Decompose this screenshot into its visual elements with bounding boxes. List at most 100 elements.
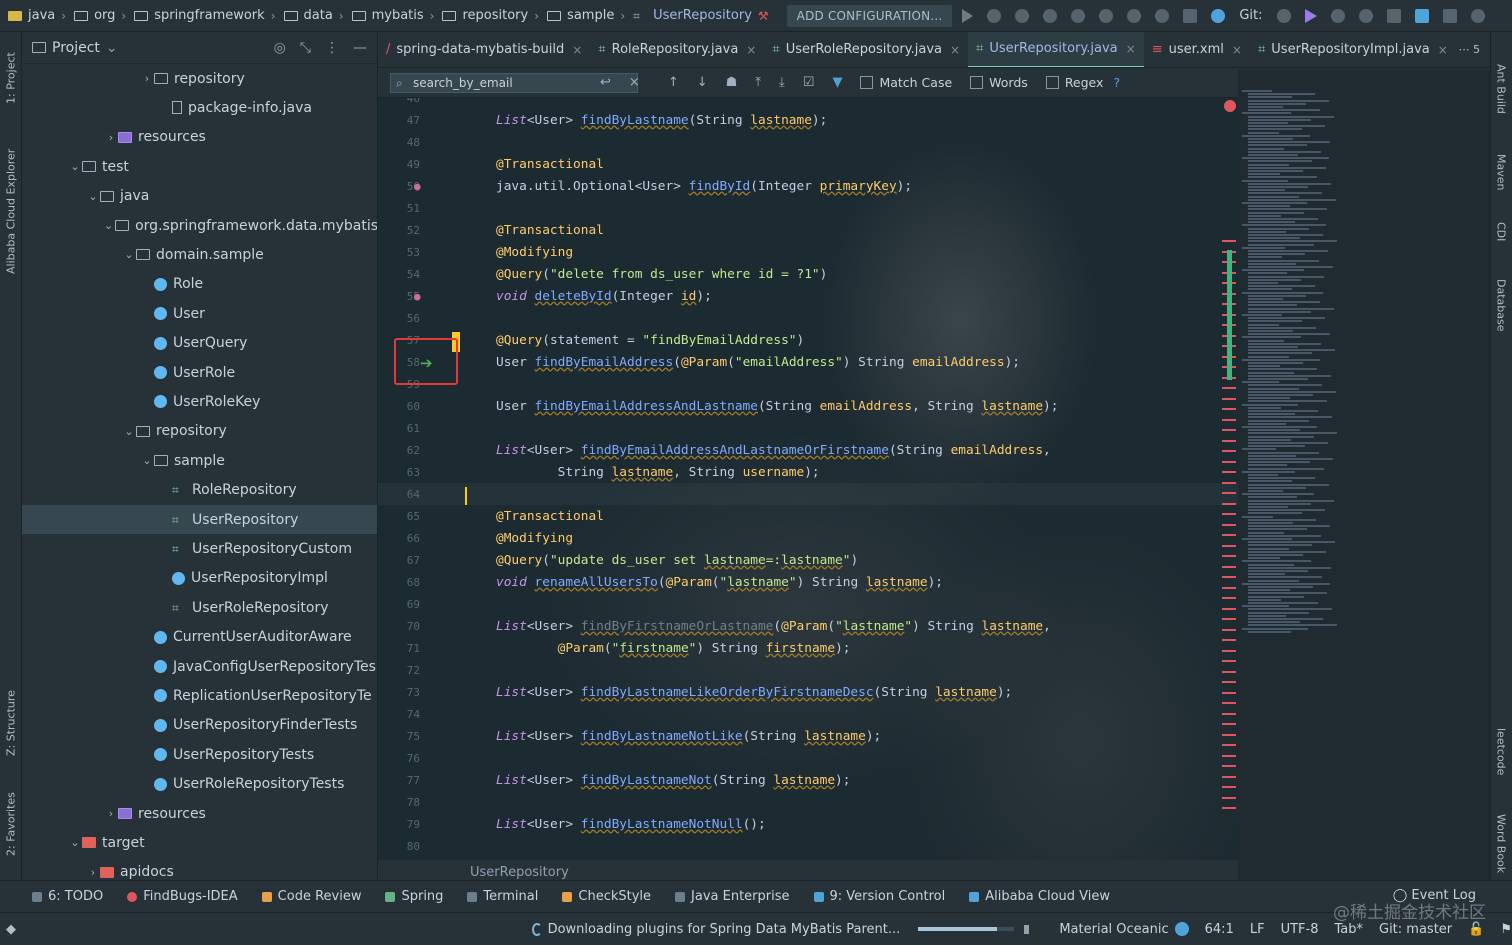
collapse-icon[interactable]: ⤡ — [300, 40, 311, 56]
enter-icon[interactable]: ↩ — [600, 75, 611, 90]
error-mark[interactable] — [1222, 765, 1236, 767]
code-line[interactable]: 72 — [378, 659, 1238, 681]
build-icon[interactable] — [1071, 8, 1086, 23]
error-mark[interactable] — [1222, 240, 1236, 242]
tool-window-button[interactable]: CheckStyle — [562, 889, 651, 904]
git-branch[interactable]: Git: master — [1379, 922, 1452, 937]
tree-item[interactable]: ReplicationUserRepositoryTe — [22, 681, 377, 710]
editor-tab[interactable]: ⌗ UserRepository.java × — [968, 32, 1144, 67]
code-line[interactable]: 67 @Query("update ds_user set lastname=:l… — [378, 549, 1238, 571]
line-separator[interactable]: LF — [1250, 922, 1265, 937]
expand-arrow-icon[interactable]: ⌄ — [68, 160, 82, 173]
tool-window-button[interactable]: FindBugs-IDEA — [127, 889, 238, 904]
code-line[interactable]: 65 @Transactional — [378, 505, 1238, 527]
error-mark[interactable] — [1222, 492, 1236, 494]
error-mark[interactable] — [1222, 418, 1236, 421]
code-line[interactable]: 76 — [378, 747, 1238, 769]
project-structure-icon[interactable] — [1386, 8, 1401, 23]
scroll-thumb[interactable] — [1227, 250, 1232, 380]
tree-item[interactable]: package-info.java — [22, 93, 377, 122]
run-icon[interactable] — [962, 8, 974, 23]
close-tab-icon[interactable]: × — [1232, 43, 1242, 57]
error-mark[interactable] — [1222, 607, 1236, 610]
words-option[interactable]: Words — [970, 75, 1028, 90]
tree-item[interactable]: ⌄ domain.sample — [22, 240, 377, 269]
code-line[interactable]: 71 @Param("firstname") String firstname)… — [378, 637, 1238, 659]
close-tab-icon[interactable]: × — [950, 43, 960, 57]
code-line[interactable]: 60 User findByEmailAddressAndLastname(Str… — [378, 395, 1238, 417]
error-mark[interactable] — [1222, 649, 1236, 652]
profile-icon[interactable] — [1043, 8, 1058, 23]
leetcode-tab[interactable]: leetcode — [1490, 712, 1512, 792]
tree-item[interactable]: › apidocs — [22, 858, 377, 880]
add-configuration-button[interactable]: ADD CONFIGURATION... — [786, 4, 953, 27]
error-mark[interactable] — [1222, 744, 1236, 746]
build-hammer-icon[interactable]: ⚒ — [758, 9, 769, 23]
tree-item[interactable]: ⌗ UserRepositoryCustom — [22, 534, 377, 563]
tabs-overflow-button[interactable]: ⋯ 5 — [1459, 43, 1481, 56]
close-tab-icon[interactable]: × — [1438, 43, 1448, 57]
project-title[interactable]: Project — [52, 40, 100, 56]
tree-item[interactable]: UserQuery — [22, 329, 377, 358]
error-mark[interactable] — [1222, 460, 1236, 463]
error-mark[interactable] — [1222, 775, 1236, 778]
ant-build-tab[interactable]: Ant Build — [1490, 54, 1512, 124]
breadcrumb-item[interactable]: data › — [280, 8, 348, 23]
favorites-tool-tab[interactable]: 2: Favorites — [0, 784, 22, 864]
error-mark[interactable] — [1222, 786, 1236, 788]
expand-arrow-icon[interactable]: › — [140, 72, 154, 85]
tree-item[interactable]: › resources — [22, 799, 377, 828]
expand-arrow-icon[interactable]: ⌄ — [140, 454, 154, 467]
tree-item[interactable]: ⌗ RoleRepository — [22, 476, 377, 505]
tree-item[interactable]: CurrentUserAuditorAware — [22, 623, 377, 652]
tree-item[interactable]: ⌄ repository — [22, 417, 377, 446]
editor-tab[interactable]: ⌗ RoleRepository.java × — [590, 32, 764, 67]
tree-item[interactable]: UserRepositoryImpl — [22, 564, 377, 593]
breadcrumb-item[interactable]: ⌗ UserRepository ⚒ — [629, 8, 773, 23]
tree-item[interactable]: UserRepositoryTests — [22, 740, 377, 769]
tree-item[interactable]: ⌗ UserRepository — [22, 505, 377, 534]
select-all-occurrences-icon[interactable]: ☗ — [726, 75, 738, 90]
gutter-marker-icon[interactable]: ● — [414, 180, 421, 193]
tree-item[interactable]: › resources — [22, 123, 377, 152]
tree-item[interactable]: › repository — [22, 64, 377, 93]
add-occurrence-icon[interactable]: ⤒ — [755, 75, 761, 90]
editor-tab[interactable]: ⌗ UserRoleRepository.java × — [764, 32, 968, 67]
code-line[interactable]: 46 — [378, 98, 1238, 109]
git-push-icon[interactable] — [1304, 8, 1317, 23]
tool-window-button[interactable]: 6: TODO — [32, 889, 103, 904]
error-mark[interactable] — [1222, 471, 1236, 473]
tree-item[interactable]: ⌄ target — [22, 828, 377, 857]
tree-item[interactable]: ⌄ org.springframework.data.mybatis — [22, 211, 377, 240]
code-line[interactable]: 64 — [378, 483, 1238, 505]
code-line[interactable]: 77 List<User> findByLastnameNot(String la… — [378, 769, 1238, 791]
notifications-icon[interactable]: ⚑ — [1500, 922, 1512, 937]
error-mark[interactable] — [1222, 534, 1236, 536]
structure-tool-tab[interactable]: Z: Structure — [0, 678, 22, 768]
code-editor[interactable]: 46 47 List<User> findByLastname(String las… — [378, 98, 1238, 860]
error-mark[interactable] — [1222, 639, 1236, 641]
locate-icon[interactable]: ◎ — [274, 40, 286, 56]
breadcrumb-item[interactable]: springframework › — [130, 8, 279, 23]
tree-item[interactable]: ⌗ UserRoleRepository — [22, 593, 377, 622]
tool-window-button[interactable]: Java Enterprise — [675, 889, 790, 904]
caret-position[interactable]: 64:1 — [1205, 922, 1234, 937]
error-mark[interactable] — [1222, 387, 1236, 389]
code-line[interactable]: 57 @Query(statement = "findByEmailAddress… — [378, 329, 1238, 351]
expand-arrow-icon[interactable]: ⌄ — [86, 190, 100, 203]
next-occurrence-icon[interactable]: ↓ — [697, 75, 708, 90]
history-icon[interactable] — [1330, 8, 1345, 23]
terminal-icon[interactable] — [1442, 8, 1457, 23]
code-line[interactable]: 75 List<User> findByLastnameNotLike(Strin… — [378, 725, 1238, 747]
search-everywhere-icon[interactable] — [1470, 8, 1485, 23]
lock-icon[interactable]: 🔓 — [1468, 922, 1484, 937]
error-mark[interactable] — [1222, 733, 1236, 736]
regex-option[interactable]: Regex — [1045, 75, 1103, 90]
code-line[interactable]: 53 @Modifying — [378, 241, 1238, 263]
error-mark[interactable] — [1222, 397, 1236, 400]
breadcrumb-item[interactable]: java › — [4, 8, 70, 23]
expand-arrow-icon[interactable]: ⌄ — [122, 248, 136, 261]
error-mark[interactable] — [1222, 807, 1236, 809]
breadcrumb-item[interactable]: repository › — [438, 8, 543, 23]
tree-item[interactable]: ⌄ java — [22, 182, 377, 211]
